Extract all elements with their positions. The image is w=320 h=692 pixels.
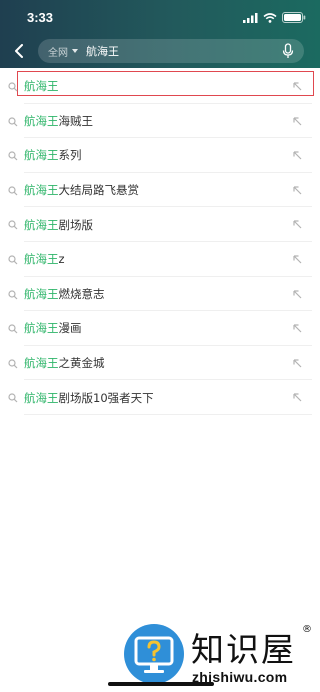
search-icon (8, 186, 18, 196)
top-header: 3:33 全网 航海王 (0, 0, 320, 68)
arrow-up-left-icon[interactable] (292, 81, 302, 91)
watermark-title: 知识屋 (191, 630, 296, 669)
suggestion-highlight: 航海王 (24, 148, 59, 163)
chevron-left-icon (15, 44, 23, 58)
suggestion-highlight: 航海王 (24, 321, 59, 336)
watermark-registered-mark: ® (302, 624, 312, 635)
selection-highlight-box (17, 71, 314, 96)
suggestion-item[interactable]: 航海王燃烧意志 (0, 277, 320, 312)
suggestion-rest: z (58, 252, 65, 267)
back-button[interactable] (10, 41, 28, 61)
home-indicator (108, 682, 214, 686)
arrow-up-left-icon[interactable] (292, 392, 302, 402)
arrow-up-left-icon[interactable] (292, 185, 302, 195)
search-scope-dropdown[interactable]: 全网 (48, 44, 68, 59)
search-icon (8, 255, 18, 265)
suggestion-rest: 漫画 (58, 321, 82, 336)
suggestion-item[interactable]: 航海王海贼王 (0, 104, 320, 139)
arrow-up-left-icon[interactable] (292, 254, 302, 264)
suggestion-item[interactable]: 航海王剧场版10强者天下 (0, 380, 320, 415)
signal-icon (243, 12, 258, 23)
suggestion-highlight: 航海王 (24, 217, 59, 232)
microphone-icon[interactable] (282, 43, 294, 59)
search-icon (8, 393, 18, 403)
status-bar: 3:33 (0, 0, 320, 36)
suggestion-item[interactable]: 航海王漫画 (0, 311, 320, 346)
suggestion-item[interactable]: 航海王系列 (0, 138, 320, 173)
divider (24, 413, 312, 415)
arrow-up-left-icon[interactable] (292, 116, 302, 126)
battery-icon (282, 12, 306, 23)
arrow-up-left-icon[interactable] (292, 150, 302, 160)
arrow-up-left-icon[interactable] (292, 289, 302, 299)
suggestion-item[interactable]: 航海王剧场版 (0, 207, 320, 242)
suggestion-rest: 大结局路飞悬赏 (58, 183, 140, 198)
search-icon (8, 289, 18, 299)
arrow-up-left-icon[interactable] (292, 358, 302, 368)
search-icon (8, 151, 18, 161)
suggestion-rest: 之黄金城 (58, 356, 105, 371)
wifi-icon (263, 12, 277, 23)
suggestion-item[interactable]: 航海王z (0, 242, 320, 277)
search-bar[interactable]: 全网 航海王 (38, 39, 304, 63)
suggestion-rest: 系列 (58, 148, 82, 163)
arrow-up-left-icon[interactable] (292, 323, 302, 333)
suggestion-item[interactable]: 航海王之黄金城 (0, 346, 320, 381)
arrow-up-left-icon[interactable] (292, 219, 302, 229)
suggestion-rest: 剧场版 (58, 217, 94, 232)
suggestion-item[interactable]: 航海王 (0, 69, 320, 104)
search-icon (8, 82, 18, 92)
suggestion-item[interactable]: 航海王大结局路飞悬赏 (0, 173, 320, 208)
suggestion-rest: 剧场版10强者天下 (58, 390, 154, 405)
suggestion-highlight: 航海王 (24, 356, 59, 371)
search-icon (8, 359, 18, 369)
suggestion-highlight: 航海王 (24, 113, 59, 128)
status-time: 3:33 (27, 10, 54, 25)
system-icons (243, 12, 306, 23)
watermark-logo-icon (124, 624, 184, 684)
search-icon (8, 324, 18, 334)
caret-down-icon (72, 49, 78, 53)
suggestion-rest: 海贼王 (58, 113, 94, 128)
suggestion-highlight: 航海王 (24, 183, 59, 198)
search-icon (8, 220, 18, 230)
suggestion-highlight: 航海王 (24, 79, 59, 94)
suggestion-list: 航海王 航海王海贼王 航海王系列 航海王大结局路飞悬赏 航海王剧场版 航海王z … (0, 69, 320, 415)
suggestion-highlight: 航海王 (24, 286, 59, 301)
search-icon (8, 116, 18, 127)
suggestion-highlight: 航海王 (24, 390, 59, 405)
search-input[interactable]: 航海王 (86, 43, 119, 59)
suggestion-rest: 燃烧意志 (58, 286, 105, 301)
suggestion-highlight: 航海王 (24, 252, 59, 267)
